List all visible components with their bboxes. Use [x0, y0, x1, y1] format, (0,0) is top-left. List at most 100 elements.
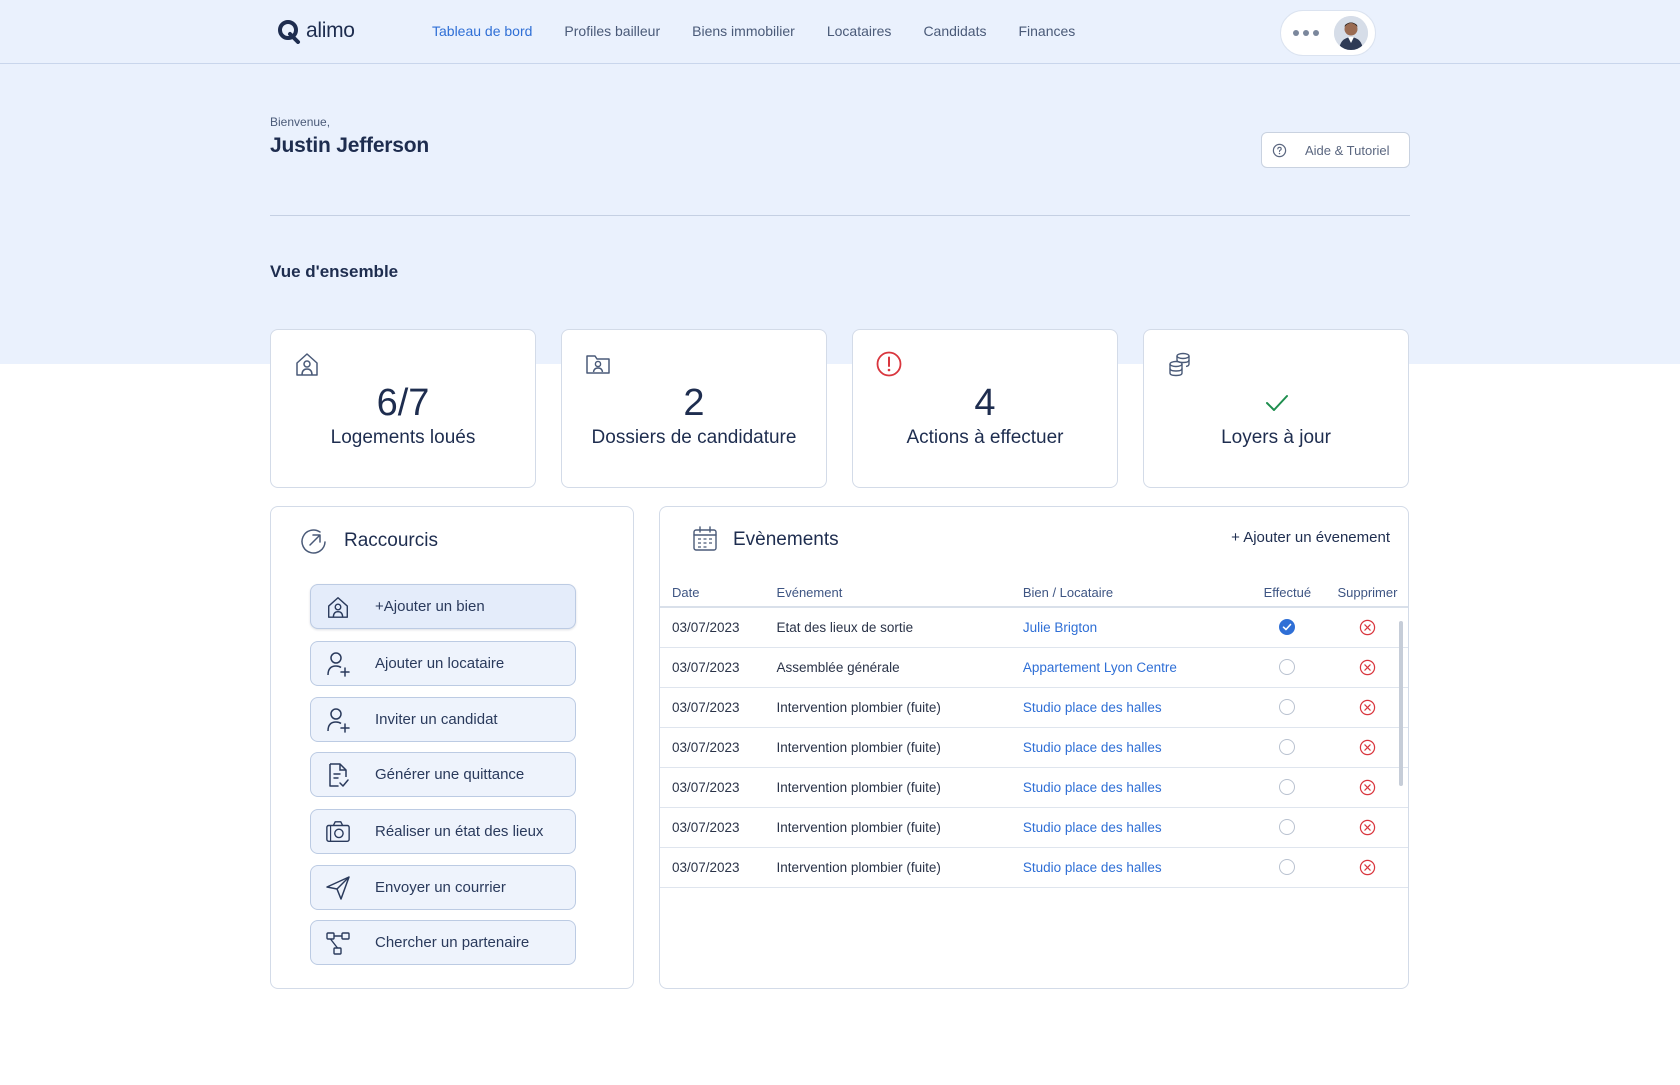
help-tutorial-button[interactable]: Aide & Tutoriel: [1261, 132, 1410, 168]
table-row[interactable]: 03/07/2023 Intervention plombier (fuite)…: [660, 807, 1408, 848]
shortcuts-title: Raccourcis: [344, 530, 438, 551]
stat-card-dossiers[interactable]: 2 Dossiers de candidature: [561, 329, 827, 488]
table-row[interactable]: 03/07/2023 Etat des lieux de sortie Juli…: [660, 607, 1408, 648]
column-header-target[interactable]: Bien / Locataire: [1022, 579, 1248, 608]
stat-label: Loyers à jour: [1221, 427, 1331, 448]
column-header-date[interactable]: Date: [660, 579, 777, 608]
delete-icon[interactable]: [1359, 659, 1376, 676]
delete-icon[interactable]: [1359, 819, 1376, 836]
table-row[interactable]: 03/07/2023 Intervention plombier (fuite)…: [660, 687, 1408, 728]
user-plus-icon: [325, 707, 351, 733]
stat-label: Actions à effectuer: [906, 427, 1064, 448]
divider: [270, 215, 1410, 216]
done-radio[interactable]: [1279, 699, 1296, 716]
table-row[interactable]: 03/07/2023 Intervention plombier (fuite)…: [660, 767, 1408, 808]
column-header-event[interactable]: Evénement: [776, 579, 1023, 608]
logo-text: alimo: [306, 19, 355, 42]
event-date: 03/07/2023: [660, 607, 777, 648]
event-target-link[interactable]: Julie Brigton: [1022, 607, 1248, 648]
event-target-link[interactable]: Studio place des halles: [1022, 767, 1248, 808]
nav-item-candidats[interactable]: Candidats: [923, 23, 986, 39]
house-user-icon: [296, 353, 318, 376]
event-target-link[interactable]: Studio place des halles: [1022, 727, 1248, 768]
nav-item-biens-immobilier[interactable]: Biens immobilier: [692, 23, 795, 39]
user-menu[interactable]: [1280, 10, 1376, 56]
stat-card-loyers[interactable]: Loyers à jour: [1143, 329, 1409, 488]
stat-value: 6/7: [376, 382, 430, 424]
table-row[interactable]: 03/07/2023 Assemblée générale Appartemen…: [660, 647, 1408, 688]
event-name: Intervention plombier (fuite): [776, 847, 1023, 888]
event-name: Intervention plombier (fuite): [776, 687, 1023, 728]
house-user-icon: [325, 594, 351, 620]
done-radio[interactable]: [1279, 659, 1296, 676]
document-check-icon: [325, 762, 351, 788]
event-date: 03/07/2023: [660, 727, 777, 768]
shortcut-label: Ajouter un locataire: [375, 655, 505, 672]
delete-icon[interactable]: [1359, 699, 1376, 716]
coins-icon: [1169, 352, 1190, 377]
nav-item-profiles-bailleur[interactable]: Profiles bailleur: [564, 23, 660, 39]
calendar-icon: [693, 526, 717, 551]
column-header-done[interactable]: Effectué: [1247, 579, 1327, 608]
delete-icon[interactable]: [1359, 859, 1376, 876]
shortcuts-panel: Raccourcis +Ajouter un bien Ajouter un l…: [270, 506, 634, 989]
camera-icon: [325, 819, 351, 845]
shortcut-add-property[interactable]: +Ajouter un bien: [310, 584, 576, 629]
done-radio-checked[interactable]: [1279, 619, 1296, 636]
shortcut-send-mail[interactable]: Envoyer un courrier: [310, 865, 576, 910]
stat-card-actions[interactable]: 4 Actions à effectuer: [852, 329, 1118, 488]
shortcut-label: +Ajouter un bien: [375, 598, 485, 615]
event-date: 03/07/2023: [660, 647, 777, 688]
column-header-delete[interactable]: Supprimer: [1326, 579, 1408, 608]
done-radio[interactable]: [1279, 779, 1296, 796]
overview-title: Vue d'ensemble: [270, 262, 399, 281]
table-row[interactable]: 03/07/2023 Intervention plombier (fuite)…: [660, 727, 1408, 768]
nav-item-tableau-de-bord[interactable]: Tableau de bord: [432, 23, 532, 39]
main-nav: Tableau de bord Profiles bailleur Biens …: [432, 23, 1107, 39]
nav-item-finances[interactable]: Finances: [1018, 23, 1075, 39]
nav-item-locataires[interactable]: Locataires: [827, 23, 892, 39]
done-radio[interactable]: [1279, 819, 1296, 836]
event-date: 03/07/2023: [660, 767, 777, 808]
send-icon: [325, 875, 351, 901]
alert-circle-icon: [876, 351, 902, 377]
table-row[interactable]: 03/07/2023 Intervention plombier (fuite)…: [660, 847, 1408, 888]
shortcut-label: Générer une quittance: [375, 766, 525, 783]
shortcut-label: Chercher un partenaire: [375, 934, 530, 951]
event-target-link[interactable]: Studio place des halles: [1022, 807, 1248, 848]
event-target-link[interactable]: Studio place des halles: [1022, 847, 1248, 888]
shortcut-inventory[interactable]: Réaliser un état des lieux: [310, 809, 576, 854]
shortcut-find-partner[interactable]: Chercher un partenaire: [310, 920, 576, 965]
shortcut-label: Inviter un candidat: [375, 711, 498, 728]
logo[interactable]: alimo: [276, 18, 355, 44]
event-date: 03/07/2023: [660, 847, 777, 888]
event-name: Intervention plombier (fuite): [776, 727, 1023, 768]
done-radio[interactable]: [1279, 739, 1296, 756]
events-title: Evènements: [733, 529, 839, 550]
folder-user-icon: [586, 355, 610, 374]
check-icon: [1266, 395, 1288, 411]
arrow-up-right-circle-icon: [301, 529, 326, 554]
events-panel: Evènements + Ajouter un évenement Date E…: [659, 506, 1409, 989]
shortcut-label: Envoyer un courrier: [375, 879, 506, 896]
add-event-button[interactable]: + Ajouter un évenement: [1231, 529, 1390, 546]
user-name: Justin Jefferson: [270, 134, 430, 157]
event-name: Intervention plombier (fuite): [776, 807, 1023, 848]
delete-icon[interactable]: [1359, 619, 1376, 636]
shortcut-invite-candidate[interactable]: Inviter un candidat: [310, 697, 576, 742]
network-icon: [325, 930, 351, 956]
delete-icon[interactable]: [1359, 779, 1376, 796]
help-circle-icon: [1272, 143, 1287, 157]
shortcut-add-tenant[interactable]: Ajouter un locataire: [310, 641, 576, 686]
event-target-link[interactable]: Studio place des halles: [1022, 687, 1248, 728]
shortcut-generate-receipt[interactable]: Générer une quittance: [310, 752, 576, 797]
more-icon[interactable]: [1293, 30, 1319, 36]
done-radio[interactable]: [1279, 859, 1296, 876]
delete-icon[interactable]: [1359, 739, 1376, 756]
event-target-link[interactable]: Appartement Lyon Centre: [1022, 647, 1248, 688]
avatar[interactable]: [1334, 16, 1368, 50]
shortcut-label: Réaliser un état des lieux: [375, 823, 544, 840]
stat-card-logements[interactable]: 6/7 Logements loués: [270, 329, 536, 488]
event-name: Intervention plombier (fuite): [776, 767, 1023, 808]
scrollbar[interactable]: [1399, 621, 1403, 786]
